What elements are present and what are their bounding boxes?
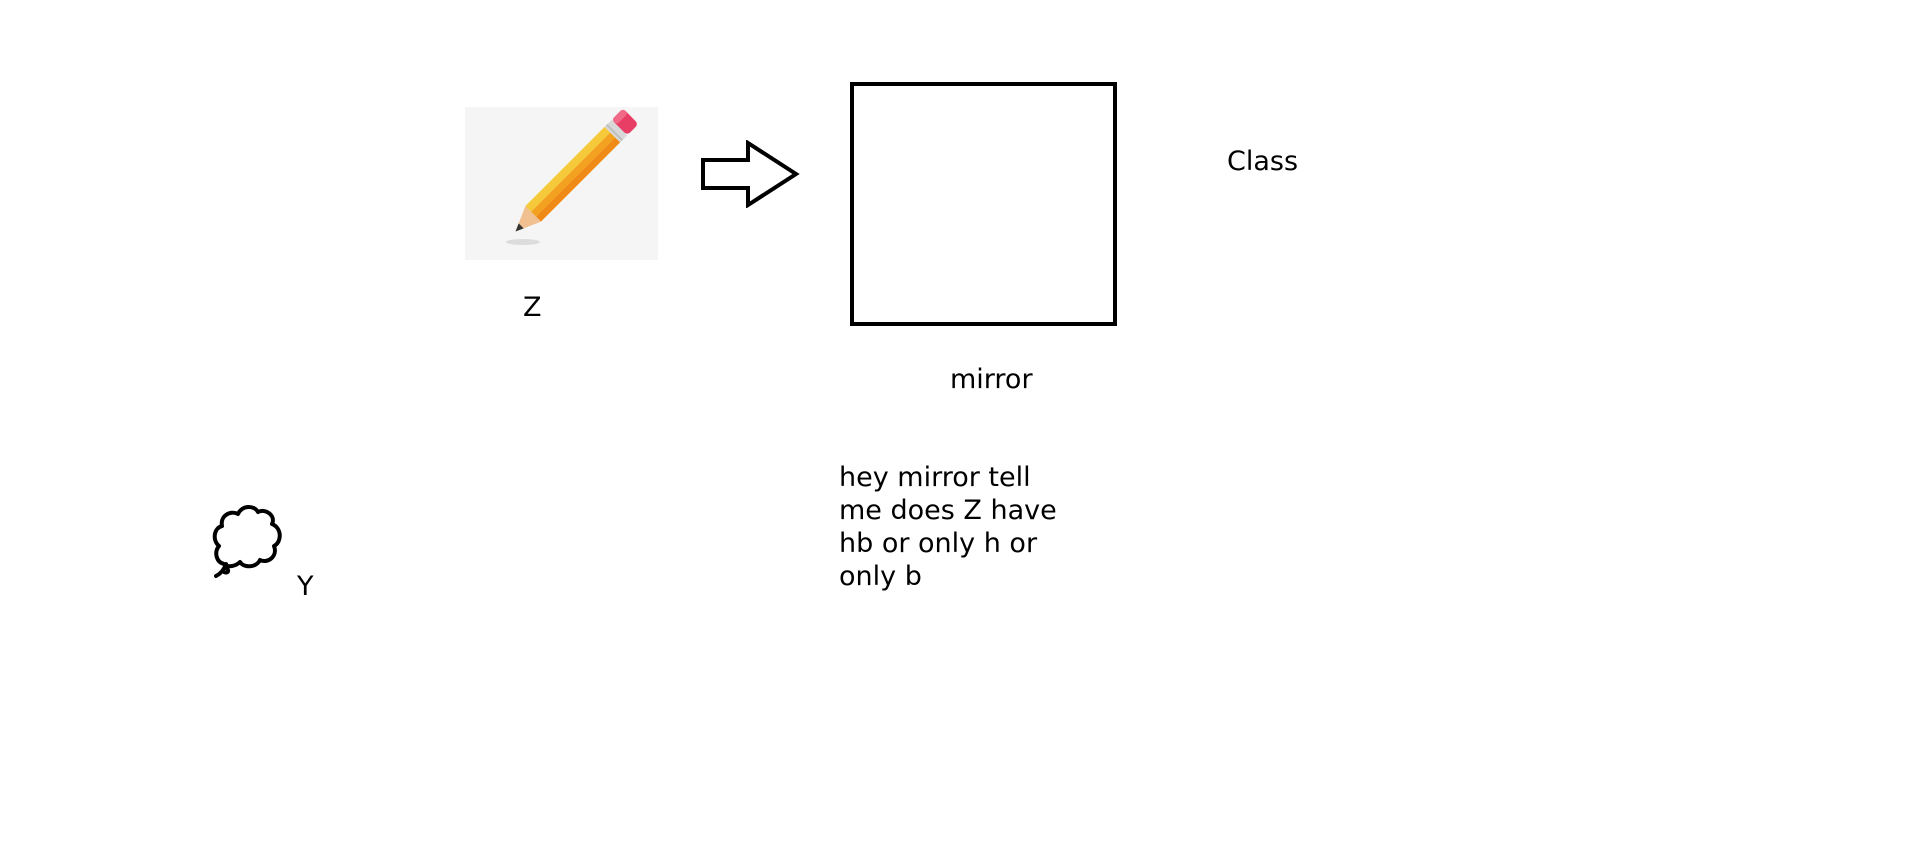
right-arrow-icon <box>700 140 800 208</box>
mirror-label: mirror <box>950 364 1033 395</box>
y-label: Y <box>297 571 314 602</box>
pencil-label: Z <box>523 292 542 323</box>
class-label: Class <box>1227 146 1299 177</box>
mirror-box <box>850 82 1117 326</box>
thought-cloud-icon <box>210 500 284 580</box>
pencil-icon <box>506 109 637 245</box>
question-text: hey mirror tell me does Z have hb or onl… <box>839 462 1057 592</box>
pencil-image <box>465 107 658 260</box>
